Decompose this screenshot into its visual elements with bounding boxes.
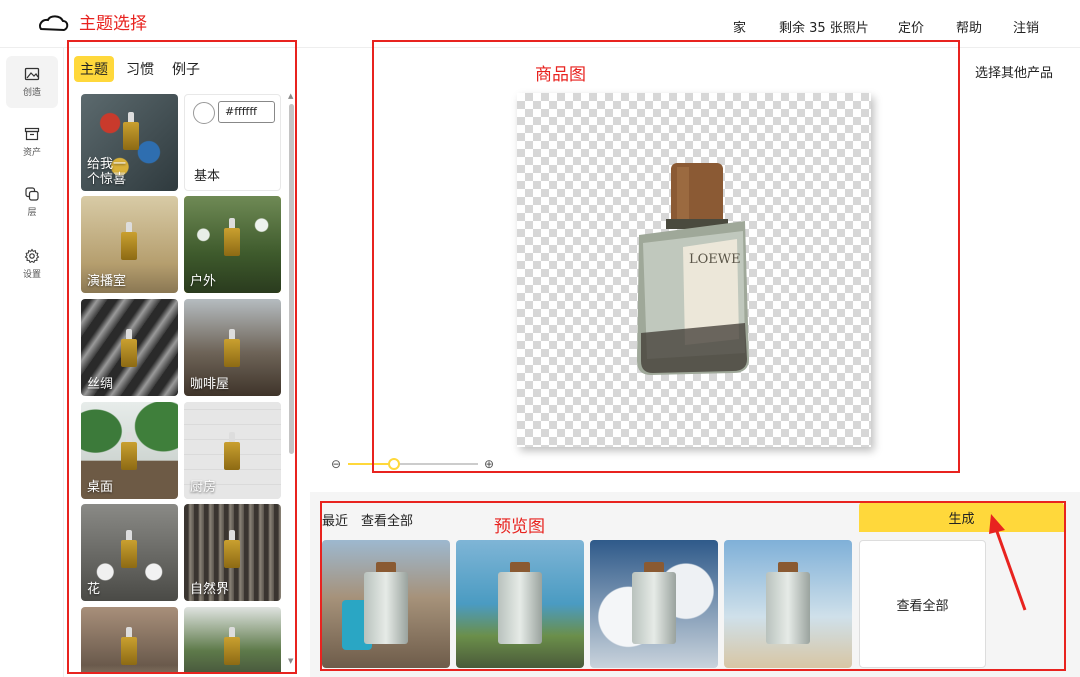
rail-item-settings[interactable]: 设置 — [6, 238, 58, 290]
nav-home[interactable]: 家 — [733, 17, 746, 36]
rail-label-create: 创造 — [22, 88, 41, 98]
annotation-preview-box — [320, 501, 1066, 671]
rail-label-layers: 层 — [27, 208, 37, 218]
rail-label-assets: 资产 — [22, 148, 41, 158]
zoom-out-icon[interactable]: ⊖ — [331, 457, 341, 471]
rail-item-assets[interactable]: 资产 — [6, 116, 58, 168]
choose-other-product-link[interactable]: 选择其他产品 — [975, 62, 1053, 81]
logo-icon[interactable] — [36, 13, 70, 35]
image-icon — [24, 67, 40, 81]
rail-label-settings: 设置 — [22, 270, 41, 280]
gear-icon — [24, 248, 40, 264]
app-root: 家 剩余 35 张照片 定价 帮助 注销 创造 资产 层 设置 主题 习惯 例子 — [0, 0, 1080, 677]
nav-logout[interactable]: 注销 — [1013, 17, 1039, 36]
icon-rail: 创造 资产 层 设置 — [0, 48, 64, 677]
annotation-product-label: 商品图 — [535, 65, 586, 85]
rail-item-create[interactable]: 创造 — [6, 56, 58, 108]
annotation-preview-label: 预览图 — [494, 517, 545, 537]
nav-pricing[interactable]: 定价 — [898, 17, 924, 36]
archive-icon — [24, 127, 40, 141]
annotation-theme-box — [67, 40, 297, 674]
nav-remaining-photos: 剩余 35 张照片 — [779, 21, 869, 36]
layers-icon — [25, 187, 39, 201]
annotation-arrow-icon — [989, 514, 1027, 611]
rail-item-layers[interactable]: 层 — [6, 176, 58, 228]
annotation-theme-label: 主题选择 — [79, 14, 147, 34]
nav-help[interactable]: 帮助 — [956, 17, 982, 36]
annotation-product-box — [372, 40, 960, 473]
